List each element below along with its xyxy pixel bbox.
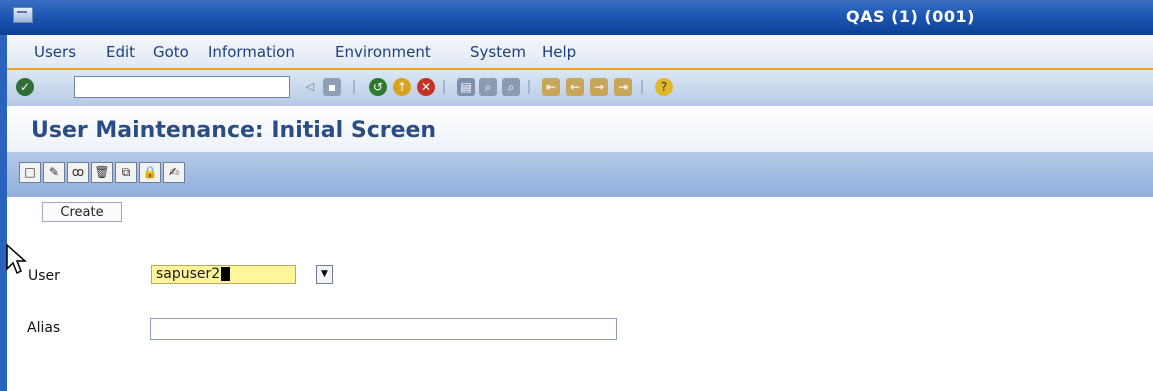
toolbar-separator [641, 80, 643, 94]
menu-edit[interactable]: Edit [106, 43, 135, 61]
toolbar-separator [353, 80, 355, 94]
toolbar-separator [528, 80, 530, 94]
delete-icon[interactable]: 🗑 [91, 162, 113, 183]
change-icon[interactable]: ✎ [43, 162, 65, 183]
standard-toolbar: ✓ ◁ ▪ ↺ ↑ ✕ ▤ ⌕ ⌕ ⇤ ← → ⇥ ? [7, 70, 1153, 107]
window-system-icon[interactable] [13, 7, 33, 23]
next-page-icon[interactable]: → [590, 78, 608, 96]
user-input-value: sapuser2 [156, 266, 221, 282]
first-page-icon[interactable]: ⇤ [542, 78, 560, 96]
menu-users[interactable]: Users [34, 43, 76, 61]
title-bar: QAS (1) (001) [0, 0, 1153, 35]
menu-help[interactable]: Help [542, 43, 576, 61]
command-field[interactable] [74, 76, 290, 98]
cancel-icon[interactable]: ✕ [417, 78, 435, 96]
exit-icon[interactable]: ↑ [393, 78, 411, 96]
enter-icon[interactable]: ✓ [16, 78, 34, 96]
menu-bar: Users Edit Goto Information Environment … [7, 35, 1153, 70]
previous-page-icon[interactable]: ← [566, 78, 584, 96]
user-label: User [28, 268, 60, 284]
find-next-icon[interactable]: ⌕ [502, 78, 520, 96]
menu-system[interactable]: System [470, 43, 526, 61]
page-title: User Maintenance: Initial Screen [31, 118, 437, 143]
toolbar-separator [443, 80, 445, 94]
menu-environment[interactable]: Environment [335, 43, 431, 61]
save-icon[interactable]: ▪ [323, 78, 341, 96]
print-icon[interactable]: ▤ [457, 78, 475, 96]
screen-title-area: User Maintenance: Initial Screen [7, 106, 1153, 152]
copy-icon[interactable]: ⧉ [115, 162, 137, 183]
back-arrow-icon[interactable]: ◁ [301, 78, 319, 96]
text-cursor [221, 267, 231, 281]
mouse-pointer-icon [6, 243, 27, 275]
lock-icon[interactable]: 🔒 [139, 162, 161, 183]
window-title: QAS (1) (001) [846, 7, 975, 26]
application-toolbar: □ ✎ ꝏ 🗑 ⧉ 🔒 ✍ [7, 152, 1153, 197]
back-icon[interactable]: ↺ [369, 78, 387, 96]
help-icon[interactable]: ? [655, 78, 673, 96]
dropdown-icon[interactable]: ▼ [316, 265, 333, 284]
user-input[interactable]: sapuser2 [151, 265, 296, 284]
last-page-icon[interactable]: ⇥ [614, 78, 632, 96]
create-tooltip: Create [42, 202, 122, 222]
menu-information[interactable]: Information [208, 43, 295, 61]
alias-label: Alias [27, 320, 61, 336]
change-password-icon[interactable]: ✍ [163, 162, 185, 183]
create-icon[interactable]: □ [19, 162, 41, 183]
find-icon[interactable]: ⌕ [479, 78, 497, 96]
alias-input[interactable] [150, 318, 617, 340]
window-left-border [0, 35, 7, 391]
display-icon[interactable]: ꝏ [67, 162, 89, 183]
menu-goto[interactable]: Goto [153, 43, 189, 61]
